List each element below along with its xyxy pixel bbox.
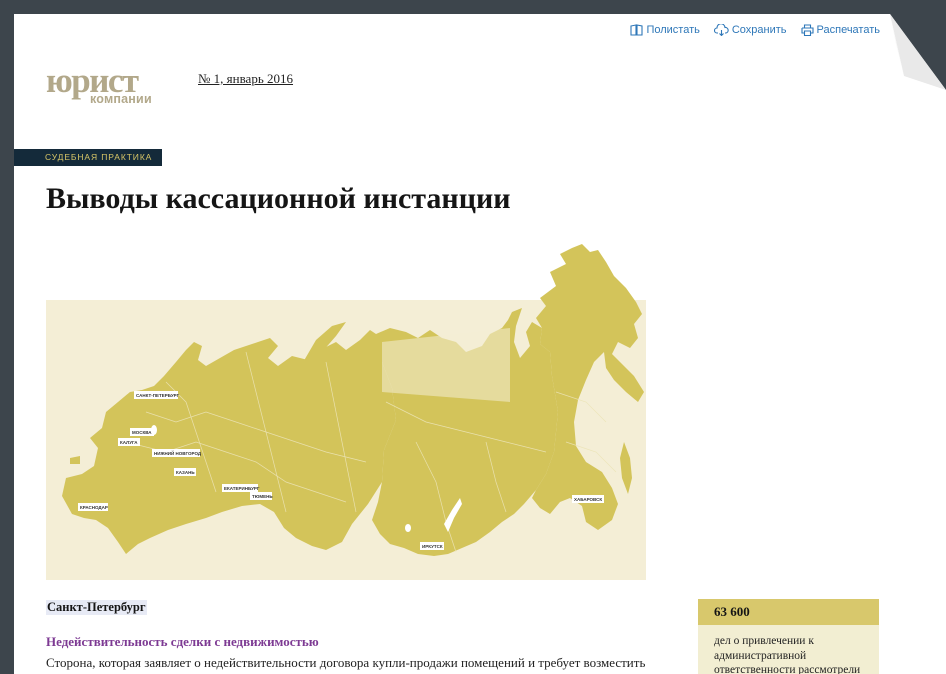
browse-label: Полистать: [646, 24, 700, 36]
publication-logo[interactable]: юрист компании: [46, 63, 166, 108]
map-lake: [405, 524, 411, 532]
book-icon: [630, 24, 644, 36]
printer-icon: [800, 24, 814, 36]
article-city-heading: Санкт-Петербург: [46, 600, 147, 615]
city-label: КАЗАНЬ: [176, 470, 195, 475]
city-label: КРАСНОДАР: [80, 505, 108, 510]
stat-number: 63 600: [698, 599, 879, 625]
city-label: САНКТ-ПЕТЕРБУРГ: [136, 393, 180, 398]
city-label: ХАБАРОВСК: [574, 497, 602, 502]
page-corner-fold: [890, 14, 946, 90]
article-toolbar: Полистать Сохранить Распечатать: [630, 24, 880, 36]
city-label: МОСКВА: [132, 430, 152, 435]
article-subheading: Недействительность сделки с недвижимость…: [46, 634, 319, 649]
stat-card: 63 600 дел о привлечении к административ…: [698, 599, 879, 674]
save-label: Сохранить: [731, 24, 787, 36]
city-label: НИЖНИЙ НОВГОРОД: [154, 449, 202, 456]
stat-text-line: ответственности рассмотрели: [714, 664, 861, 674]
stat-text-line: дел о привлечении к: [714, 635, 814, 647]
print-button[interactable]: Распечатать: [800, 24, 880, 36]
page-title: Выводы кассационной инстанции: [46, 182, 511, 215]
city-label: КАЛУГА: [120, 440, 138, 445]
save-button[interactable]: Сохранить: [713, 24, 787, 36]
stat-text-line: административной: [714, 649, 807, 662]
issue-link[interactable]: № 1, январь 2016: [198, 71, 293, 87]
stat-description: дел о привлечении к административной отв…: [698, 625, 879, 674]
city-label: ИРКУТСК: [422, 544, 443, 549]
logo-subtitle: компании: [90, 92, 152, 106]
article-page: Полистать Сохранить Распечатать юрист ко…: [14, 14, 946, 674]
cloud-download-icon: [713, 24, 729, 36]
russia-cities-map: САНКТ-ПЕТЕРБУРГ МОСКВА КАЛУГА НИЖНИЙ НОВ…: [46, 244, 646, 580]
section-rubric[interactable]: СУДЕБНАЯ ПРАКТИКА: [14, 149, 162, 166]
article-lead: Сторона, которая заявляет о недействител…: [46, 655, 646, 670]
browse-button[interactable]: Полистать: [630, 24, 700, 36]
print-label: Распечатать: [816, 24, 880, 36]
city-label: ТЮМЕНЬ: [252, 494, 273, 499]
city-label: ЕКАТЕРИНБУРГ: [224, 486, 260, 491]
